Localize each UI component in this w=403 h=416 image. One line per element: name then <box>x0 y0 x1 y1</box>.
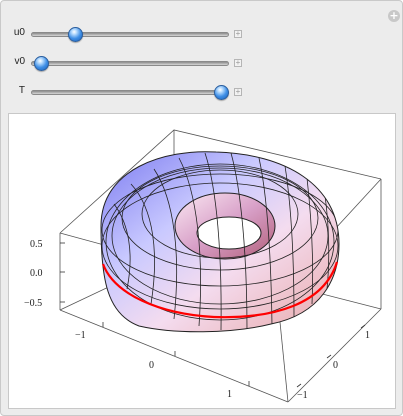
v0-expand-icon[interactable]: + <box>234 59 242 67</box>
y-tick-label: 1 <box>365 330 370 341</box>
u0-slider-thumb[interactable] <box>67 27 83 42</box>
z-tick-label: −0.5 <box>24 298 42 309</box>
v0-slider-thumb[interactable] <box>33 56 49 71</box>
close-icon[interactable]: + <box>388 10 400 22</box>
u0-slider-track[interactable] <box>31 32 229 37</box>
u0-label: u0 <box>13 27 25 38</box>
x-tick-label: 0 <box>149 360 154 371</box>
v0-slider-track[interactable] <box>31 61 229 66</box>
u0-expand-icon[interactable]: + <box>234 30 242 38</box>
z-tick-label: 0.0 <box>30 268 43 279</box>
x-tick-label: 1 <box>227 389 232 400</box>
v0-control-row: v0 + <box>1 54 403 74</box>
t-slider-thumb[interactable] <box>214 85 230 100</box>
t-control-row: T + <box>1 83 403 103</box>
torus-surface <box>100 151 340 333</box>
u0-control-row: u0 + <box>1 25 403 45</box>
y-tick-label: −1 <box>297 390 308 401</box>
x-tick-label: −1 <box>75 330 86 341</box>
t-slider-track[interactable] <box>31 90 229 95</box>
manipulate-panel: + u0 + v0 + T + 0.5 0.0 −0.5 −1 0 1 1 0 … <box>0 0 403 416</box>
t-label: T <box>18 85 25 96</box>
v0-label: v0 <box>14 56 25 67</box>
t-expand-icon[interactable]: + <box>234 88 242 96</box>
y-tick-label: 0 <box>333 360 338 371</box>
z-tick-label: 0.5 <box>30 239 43 250</box>
plot-area[interactable]: 0.5 0.0 −0.5 −1 0 1 1 0 −1 <box>8 113 396 409</box>
torus-plot-3d[interactable]: 0.5 0.0 −0.5 −1 0 1 1 0 −1 <box>9 114 395 408</box>
